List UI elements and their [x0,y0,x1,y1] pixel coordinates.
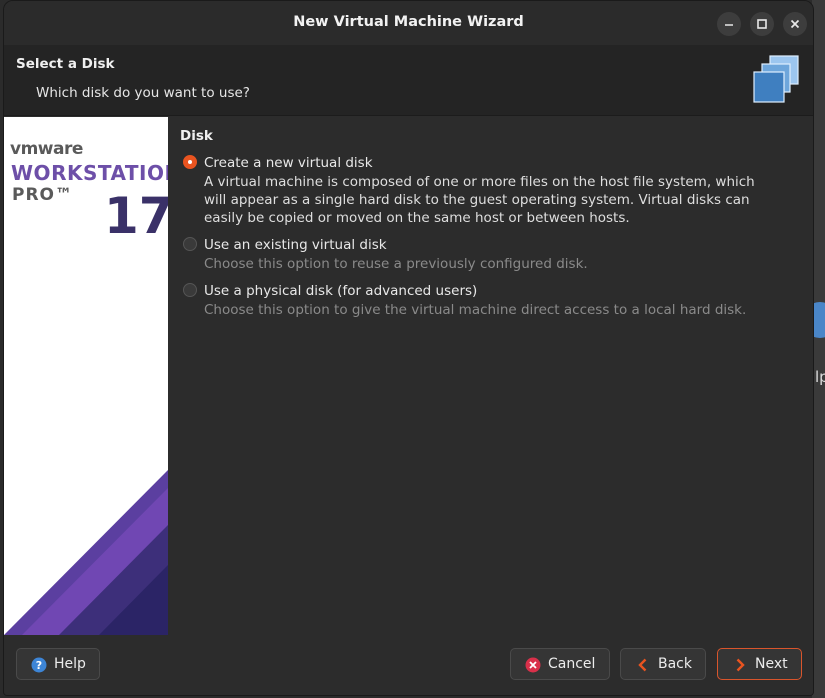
product-name: WORKSTATION [11,161,168,185]
window-title: New Virtual Machine Wizard [293,14,524,30]
help-label: Help [54,656,86,672]
svg-text:?: ? [36,659,42,672]
option-label: Create a new virtual disk [204,155,373,171]
radio-create-new-disk[interactable] [183,155,197,169]
decorative-stripes [4,470,168,635]
wizard-window: New Virtual Machine Wizard Select a Disk… [3,0,814,696]
option-existing-disk[interactable]: Use an existing virtual disk Choose this… [183,236,774,273]
vmware-logo: vmware [10,139,83,159]
background-text: lp [815,368,825,386]
radio-existing-disk[interactable] [183,237,197,251]
branding-panel: vmware WORKSTATION PRO™ 17 [4,117,168,635]
page-title: Select a Disk [16,56,115,72]
title-bar: New Virtual Machine Wizard [4,1,813,46]
section-title: Disk [180,128,213,144]
product-version: 17 [104,187,168,245]
virtual-disk-icon [753,55,799,103]
wizard-content: Disk Create a new virtual disk A virtual… [168,117,813,635]
maximize-icon [757,19,767,29]
radio-physical-disk[interactable] [183,283,197,297]
option-physical-disk[interactable]: Use a physical disk (for advanced users)… [183,282,774,319]
cancel-button[interactable]: Cancel [510,648,610,680]
close-icon [790,19,800,29]
cancel-label: Cancel [548,656,596,672]
next-label: Next [755,656,788,672]
option-description: Choose this option to give the virtual m… [204,302,747,318]
chevron-left-icon [638,658,647,672]
close-button[interactable] [783,12,807,36]
option-description: A virtual machine is composed of one or … [204,174,755,226]
maximize-button[interactable] [750,12,774,36]
option-label: Use a physical disk (for advanced users) [204,283,478,299]
next-button[interactable]: Next [717,648,802,680]
minimize-icon [725,24,733,26]
button-bar: ? Help Cancel Back Next [4,635,813,695]
option-description: Choose this option to reuse a previously… [204,256,588,272]
back-button[interactable]: Back [620,648,706,680]
chevron-right-icon [736,658,745,672]
help-icon: ? [31,657,47,673]
wizard-header: Select a Disk Which disk do you want to … [4,45,813,116]
help-button[interactable]: ? Help [16,648,100,680]
cancel-icon [525,657,541,673]
page-subtitle: Which disk do you want to use? [36,85,250,101]
product-edition: PRO™ [12,185,74,205]
option-label: Use an existing virtual disk [204,237,387,253]
back-label: Back [658,656,692,672]
minimize-button[interactable] [717,12,741,36]
option-create-new-disk[interactable]: Create a new virtual disk A virtual mach… [183,154,774,227]
